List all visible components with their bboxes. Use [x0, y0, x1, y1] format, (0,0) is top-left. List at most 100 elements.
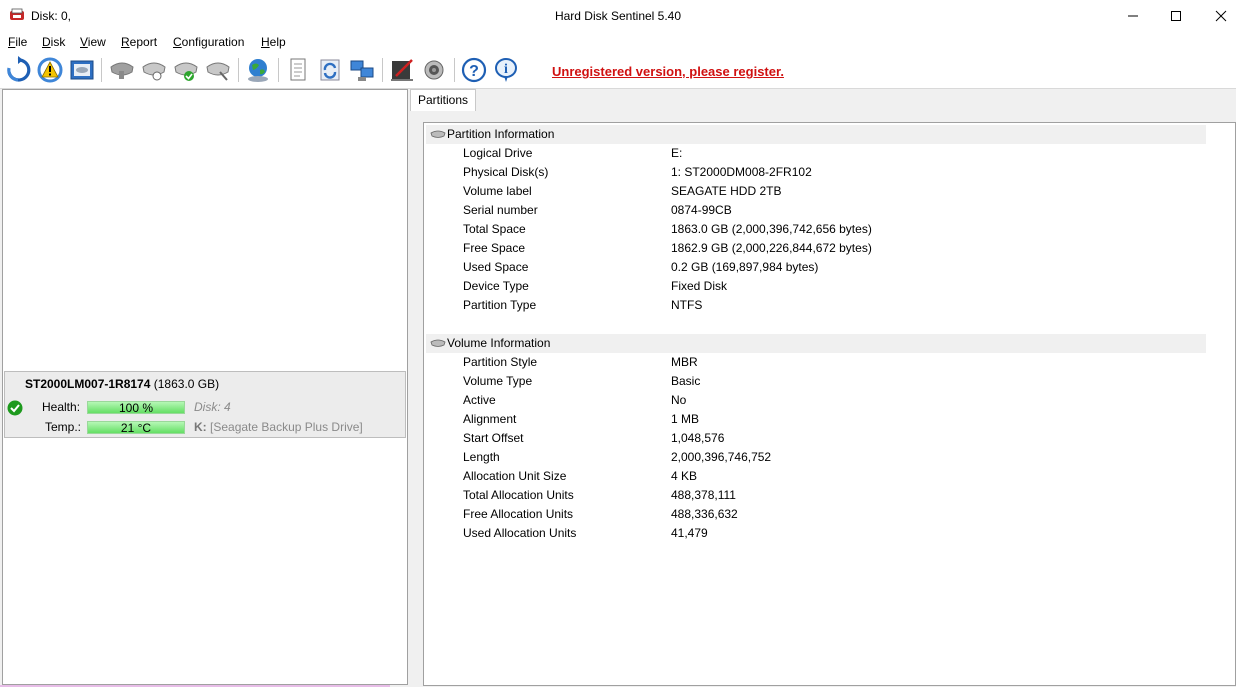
toolbar-separator — [278, 58, 279, 82]
help-button[interactable]: ? — [460, 56, 488, 84]
volume-prop-label: Free Allocation Units — [463, 507, 574, 521]
partition-prop-value: Fixed Disk — [671, 279, 728, 293]
disk-small-icon — [430, 130, 446, 138]
alert-icon — [37, 57, 63, 83]
partition-prop-value: NTFS — [671, 298, 703, 312]
partition-prop-value: 0.2 GB (169,897,984 bytes) — [671, 260, 819, 274]
health-bar: 100 % — [87, 401, 185, 414]
edit-button[interactable] — [388, 56, 416, 84]
disk-index: Disk: 4 — [194, 400, 231, 414]
volume-prop-label: Allocation Unit Size — [463, 469, 567, 483]
disk-size: (1863.0 GB) — [153, 377, 220, 391]
minimize-button[interactable] — [1110, 0, 1156, 31]
refresh-icon — [7, 56, 31, 82]
partition-prop-label: Device Type — [463, 279, 529, 293]
update-icon — [320, 59, 340, 81]
volume-prop-value: 41,479 — [671, 526, 708, 540]
disk-ok-icon — [174, 62, 198, 81]
sound-icon — [424, 60, 444, 80]
refresh-button[interactable] — [4, 56, 32, 84]
partition-prop-value: 1862.9 GB (2,000,226,844,672 bytes) — [671, 241, 872, 255]
disk-view-button[interactable] — [68, 56, 96, 84]
volume-info-title: Volume Information — [447, 336, 551, 350]
volume-prop-value: No — [671, 393, 687, 407]
drive-letter: K: — [194, 420, 207, 434]
volume-prop-label: Active — [463, 393, 496, 407]
report-button[interactable] — [284, 56, 312, 84]
status-ok-icon — [7, 400, 23, 416]
volume-prop-value: 4 KB — [671, 469, 698, 483]
globe-icon — [248, 59, 268, 82]
network-button[interactable] — [348, 56, 376, 84]
disk-tools-button[interactable] — [204, 56, 232, 84]
menu-configuration[interactable]: Configuration — [173, 35, 244, 49]
partition-prop-value: 0874-99CB — [671, 203, 732, 217]
partition-prop-label: Physical Disk(s) — [463, 165, 549, 179]
alert-button[interactable] — [36, 56, 64, 84]
disk-test-button[interactable] — [140, 56, 168, 84]
report-icon — [290, 58, 306, 81]
drive-info: K: [Seagate Backup Plus Drive] — [194, 420, 363, 434]
toolbar-separator — [238, 58, 239, 82]
globe-button[interactable] — [244, 56, 272, 84]
register-link[interactable]: Unregistered version, please register. — [552, 64, 784, 79]
volume-prop-label: Volume Type — [463, 374, 533, 388]
toolbar-separator — [454, 58, 455, 82]
volume-prop-value: 488,378,111 — [671, 488, 736, 502]
partition-prop-value: 1863.0 GB (2,000,396,742,656 bytes) — [671, 222, 872, 236]
volume-prop-label: Total Allocation Units — [463, 488, 574, 502]
menu-disk[interactable]: Disk — [42, 35, 65, 49]
partition-info-title: Partition Information — [447, 127, 555, 141]
menu-file[interactable]: File — [8, 35, 27, 49]
menu-bar: File Disk View Report Configuration Help — [0, 31, 1236, 52]
volume-prop-value: 488,336,632 — [671, 507, 738, 521]
menu-report[interactable]: Report — [121, 35, 157, 49]
volume-prop-label: Partition Style — [463, 355, 538, 369]
toolbar-separator — [382, 58, 383, 82]
disk-ok-button[interactable] — [172, 56, 200, 84]
volume-info-header: Volume Information — [426, 334, 1206, 353]
volume-prop-label: Start Offset — [463, 431, 524, 445]
health-label: Health: — [42, 400, 81, 414]
maximize-button[interactable] — [1153, 0, 1199, 31]
menu-view[interactable]: View — [80, 35, 106, 49]
tab-partitions[interactable]: Partitions — [410, 89, 476, 111]
disk-view-icon — [70, 60, 94, 80]
volume-prop-label: Used Allocation Units — [463, 526, 577, 540]
volume-prop-value: 1,048,576 — [671, 431, 725, 445]
close-button[interactable] — [1198, 0, 1236, 31]
volume-prop-label: Length — [463, 450, 500, 464]
volume-prop-label: Alignment — [463, 412, 517, 426]
update-button[interactable] — [316, 56, 344, 84]
menu-help[interactable]: Help — [261, 35, 286, 49]
partition-prop-label: Partition Type — [463, 298, 537, 312]
volume-prop-value: Basic — [671, 374, 701, 388]
info-button[interactable]: i — [492, 56, 520, 84]
close-icon — [1215, 10, 1227, 21]
partition-prop-value: E: — [671, 146, 683, 160]
partition-prop-label: Serial number — [463, 203, 538, 217]
window-title: Hard Disk Sentinel 5.40 — [554, 9, 682, 23]
toolbar: ? i Unregistered version, please registe… — [0, 52, 1236, 89]
volume-prop-value: MBR — [671, 355, 698, 369]
partition-prop-value: 1: ST2000DM008-2FR102 — [671, 165, 812, 179]
title-bar: Disk: 0, Hard Disk Sentinel 5.40 — [0, 0, 1236, 31]
sound-button[interactable] — [420, 56, 448, 84]
partition-prop-value: SEAGATE HDD 2TB — [671, 184, 782, 198]
network-icon — [350, 60, 374, 81]
maximize-icon — [1171, 10, 1181, 21]
help-icon: ? — [461, 57, 487, 83]
temp-bar: 21 °C — [87, 421, 185, 434]
partition-content: Partition Information Volume Information… — [423, 122, 1236, 686]
disk-card[interactable]: ST2000LM007-1R8174 (1863.0 GB) Health: 1… — [4, 371, 406, 438]
disk-gray-button[interactable] — [108, 56, 136, 84]
info-icon: i — [495, 58, 517, 82]
partition-info-header: Partition Information — [426, 125, 1206, 144]
disk-gray-icon — [110, 62, 134, 79]
partition-prop-label: Used Space — [463, 260, 529, 274]
disk-model: ST2000LM007-1R8174 — [25, 377, 151, 391]
edit-icon — [391, 59, 413, 81]
svg-text:?: ? — [469, 63, 479, 80]
disk-test-icon — [142, 62, 166, 81]
partition-prop-label: Total Space — [463, 222, 526, 236]
